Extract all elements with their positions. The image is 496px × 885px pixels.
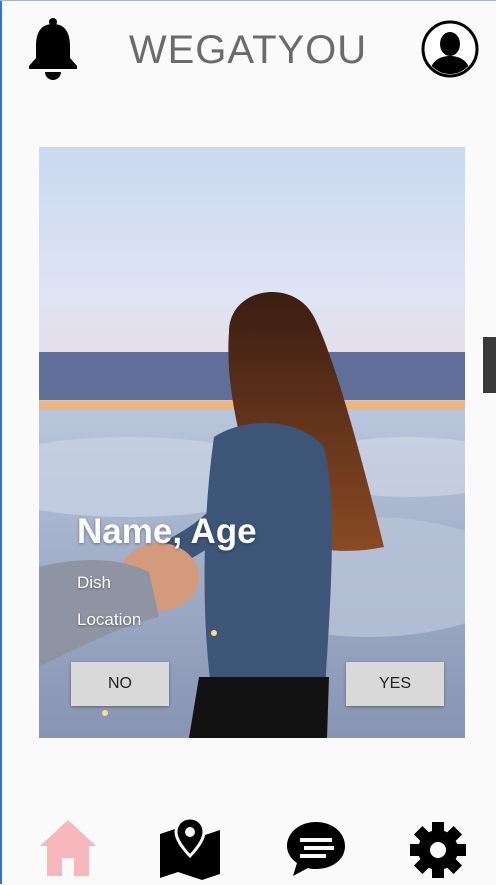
- window-edge: [0, 0, 2, 884]
- yes-button[interactable]: YES: [346, 662, 444, 706]
- map-icon[interactable]: [158, 816, 222, 880]
- no-button[interactable]: NO: [71, 662, 169, 706]
- chat-icon[interactable]: [284, 816, 348, 880]
- profile-dish: Dish: [77, 573, 112, 592]
- profile-location: Location: [77, 610, 142, 629]
- user-avatar-icon[interactable]: [421, 20, 479, 78]
- home-icon[interactable]: [36, 816, 100, 880]
- profile-name-age: Name, Age: [77, 512, 257, 551]
- bottom-nav: [0, 810, 496, 884]
- gear-icon[interactable]: [406, 816, 470, 880]
- app-header: WEGATYOU: [0, 0, 496, 100]
- profile-photo: [39, 147, 465, 738]
- profile-card[interactable]: Name, Age Dish Location NO YES: [39, 147, 465, 738]
- side-drawer-handle[interactable]: [483, 337, 496, 393]
